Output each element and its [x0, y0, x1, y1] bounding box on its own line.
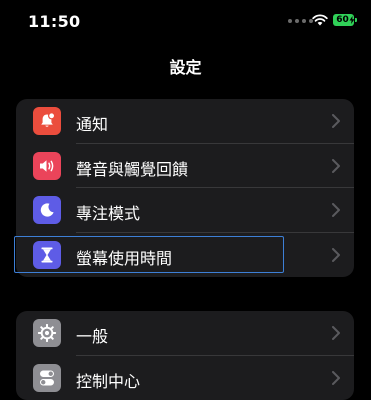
settings-row-focus[interactable]: 專注模式 [16, 188, 354, 233]
chevron-right-icon [332, 371, 340, 385]
hourglass-icon [33, 241, 61, 269]
settings-row-label: 控制中心 [76, 368, 140, 392]
chevron-right-icon [332, 203, 340, 217]
toggles-icon [33, 364, 61, 392]
settings-row-screen-time[interactable]: 螢幕使用時間 [16, 233, 354, 278]
gear-icon [33, 319, 61, 347]
signal-dots-icon [288, 19, 313, 23]
chevron-right-icon [332, 326, 340, 340]
settings-row-label: 通知 [76, 111, 108, 135]
status-time: 11:50 [28, 12, 80, 31]
settings-row-label: 一般 [76, 323, 108, 347]
chevron-right-icon [332, 114, 340, 128]
settings-row-label: 專注模式 [76, 200, 140, 224]
bell-badge-icon [33, 107, 61, 135]
settings-row-notifications[interactable]: 通知 [16, 99, 354, 144]
battery-icon: 60 [333, 14, 358, 26]
moon-icon [33, 196, 61, 224]
chevron-right-icon [332, 248, 340, 262]
chevron-right-icon [332, 159, 340, 173]
wifi-icon [312, 13, 328, 26]
settings-row-label: 聲音與觸覺回饋 [76, 156, 188, 180]
page-title: 設定 [0, 54, 371, 78]
charging-bolt-icon [349, 16, 355, 24]
settings-row-sounds-haptics[interactable]: 聲音與觸覺回饋 [16, 144, 354, 189]
settings-row-label: 螢幕使用時間 [76, 245, 172, 269]
settings-row-control-center[interactable]: 控制中心 [16, 356, 354, 400]
settings-group-1: 通知 聲音與觸覺回饋 專注模式 [16, 99, 354, 277]
speaker-icon [33, 152, 61, 180]
status-bar: 11:50 60 [0, 0, 371, 44]
settings-row-general[interactable]: 一般 [16, 311, 354, 356]
